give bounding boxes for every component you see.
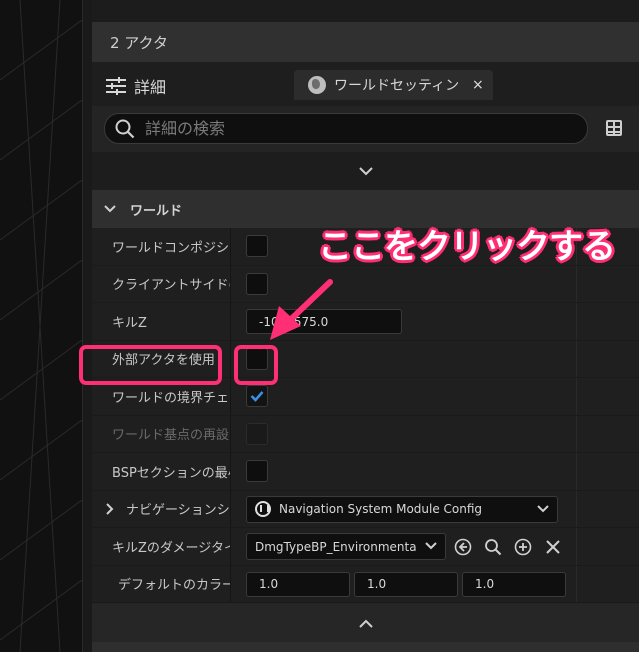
chevron-down-icon <box>358 166 373 175</box>
property-row: ワールドコンポジシ <box>92 228 639 266</box>
property-row: ワールド基点の再設 <box>92 415 639 453</box>
property-label: 外部アクタを使用 <box>112 353 215 369</box>
checkmark-icon <box>250 391 264 402</box>
client-side-checkbox[interactable] <box>246 272 268 295</box>
section-title: ワールド <box>130 203 183 219</box>
kill-z-damage-type-dropdown[interactable]: DmgTypeBP_Environmenta <box>246 533 446 560</box>
property-label: ワールドの境界チェッ <box>112 390 230 406</box>
property-row: ナビゲーションシ Navigation System Module Config <box>92 490 639 528</box>
clear-icon[interactable] <box>544 538 562 556</box>
top-strip <box>92 0 639 22</box>
section-world-header[interactable]: ワールド <box>92 190 639 228</box>
property-row: ワールドの境界チェッ <box>92 378 639 416</box>
panel-border <box>82 0 92 652</box>
property-row: 外部アクタを使用 <box>92 340 639 378</box>
world-bounds-check-checkbox[interactable] <box>246 385 268 407</box>
add-icon[interactable] <box>514 538 532 556</box>
unreal-icon <box>255 501 271 517</box>
actor-count-bar: 2 アクタ <box>92 22 639 62</box>
expand-advanced-top[interactable] <box>92 152 639 190</box>
kill-z-field[interactable]: -1048575.0 <box>246 309 402 334</box>
sliders-icon <box>106 77 126 95</box>
world-tab-label: ワールドセッティン <box>334 78 460 94</box>
collapse-advanced-bottom[interactable] <box>92 604 639 642</box>
property-label-expandable[interactable]: ナビゲーションシ <box>106 491 230 528</box>
dropdown-value: Navigation System Module Config <box>279 502 483 516</box>
property-row: キルZ -1048575.0 <box>92 303 639 341</box>
search-input[interactable] <box>145 119 565 138</box>
color-r-field[interactable]: 1.0 <box>246 571 350 597</box>
property-label-expandable[interactable]: デフォルトのカラー <box>106 566 230 603</box>
chevron-up-icon <box>358 619 373 628</box>
navigation-system-dropdown[interactable]: Navigation System Module Config <box>246 495 558 523</box>
actor-count-label: 2 アクタ <box>110 33 168 52</box>
tab-world-settings[interactable]: ワールドセッティン × <box>294 70 493 100</box>
viewport-background <box>0 0 82 652</box>
property-label: ワールド基点の再設 <box>112 428 230 444</box>
search-asset-icon[interactable] <box>484 538 502 556</box>
browse-back-icon[interactable] <box>454 538 472 556</box>
property-label: クライアントサイドの <box>112 278 230 294</box>
property-label: ワールドコンポジシ <box>112 240 230 256</box>
world-origin-rebase-checkbox <box>246 422 268 445</box>
chevron-down-icon <box>104 205 116 213</box>
world-composition-checkbox[interactable] <box>246 235 268 257</box>
chevron-down-icon <box>425 542 437 550</box>
dropdown-value: DmgTypeBP_Environmenta <box>255 539 417 554</box>
property-label: デフォルトのカラー <box>118 578 230 594</box>
color-b-field[interactable]: 1.0 <box>462 571 566 597</box>
search-row <box>92 106 639 152</box>
details-tab-label: 詳細 <box>134 78 167 97</box>
property-label: キルZのダメージタイ <box>112 540 230 556</box>
close-icon[interactable]: × <box>472 77 484 93</box>
search-box[interactable] <box>104 113 588 144</box>
details-panel: 2 アクタ 詳細 ワールドセッティン × 詳細の検索 ワールド ワールドコンポジ… <box>92 0 639 652</box>
table-icon[interactable] <box>606 120 622 136</box>
property-label: キルZ <box>112 315 147 331</box>
chevron-down-icon <box>537 504 549 512</box>
property-row: クライアントサイドの <box>92 265 639 303</box>
color-g-field[interactable]: 1.0 <box>354 571 458 597</box>
next-section-strip <box>92 642 639 652</box>
search-icon <box>115 119 135 138</box>
tab-details[interactable]: 詳細 <box>106 74 166 98</box>
tab-bar: 詳細 ワールドセッティン × <box>92 62 639 106</box>
bsp-section-min-checkbox[interactable] <box>246 460 268 482</box>
globe-icon <box>308 76 326 94</box>
chevron-right-icon <box>106 503 114 515</box>
use-external-actors-checkbox[interactable] <box>246 347 268 370</box>
property-row: キルZのダメージタイ DmgTypeBP_Environmenta <box>92 528 639 566</box>
property-row: BSPセクションの最小 <box>92 453 639 491</box>
property-label: ナビゲーションシ <box>126 503 230 519</box>
property-row: デフォルトのカラー 1.0 1.0 1.0 <box>92 565 639 603</box>
property-label: BSPセクションの最小 <box>112 465 230 481</box>
property-list: ワールドコンポジシ クライアントサイドの キルZ -1048575.0 外部アク… <box>92 228 639 603</box>
